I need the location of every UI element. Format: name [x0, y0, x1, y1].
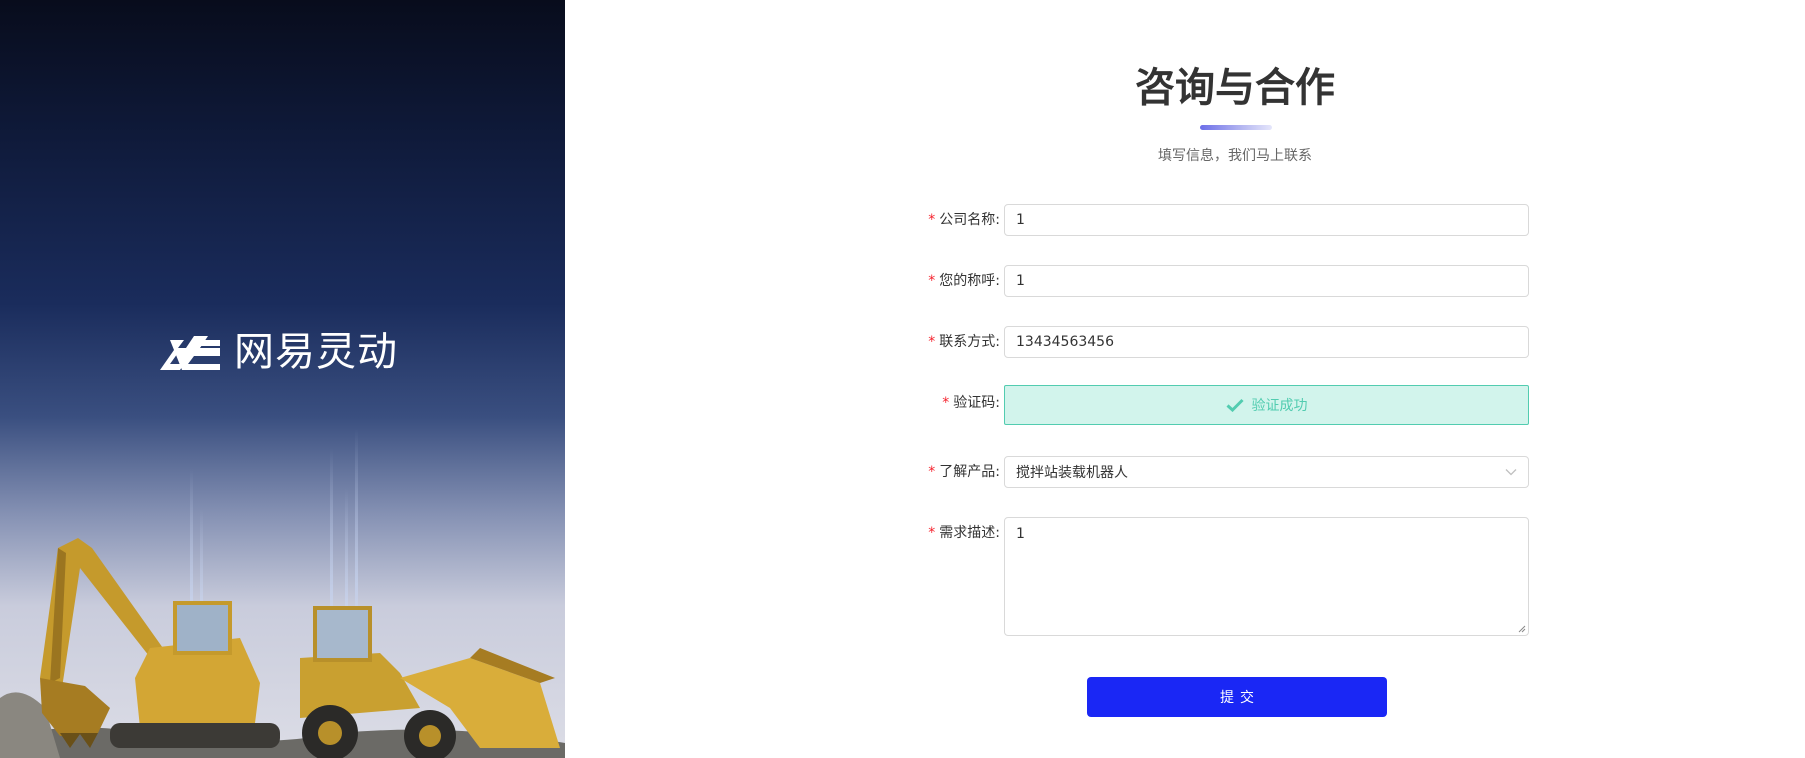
- product-select[interactable]: 搅拌站装载机器人: [1004, 456, 1529, 488]
- description-textarea[interactable]: 1: [1004, 517, 1529, 636]
- description-value: 1: [1016, 526, 1025, 542]
- submit-button[interactable]: 提交: [1087, 677, 1387, 717]
- required-mark: *: [942, 395, 950, 411]
- captcha-label: * 验证码:: [880, 393, 1000, 413]
- captcha-verify-box[interactable]: 验证成功: [1004, 385, 1529, 425]
- required-mark: *: [928, 212, 936, 228]
- product-label-text: 了解产品:: [939, 464, 1000, 480]
- company-input[interactable]: 1: [1004, 204, 1529, 236]
- name-input[interactable]: 1: [1004, 265, 1529, 297]
- brand-name: 网易灵动: [234, 329, 398, 375]
- captcha-label-text: 验证码:: [953, 395, 1000, 411]
- required-mark: *: [928, 525, 936, 541]
- hero-panel: 网易灵动: [0, 0, 565, 758]
- brand-logo: 网易灵动: [160, 330, 398, 374]
- page-title: 咨询与合作: [1135, 65, 1335, 111]
- consultation-page: 网易灵动 咨询与合作 填写信息，我们马上联系 * 公司名称: 1 * 您的称呼:…: [0, 0, 1805, 758]
- product-selected-value: 搅拌站装载机器人: [1016, 465, 1128, 481]
- resize-handle-icon[interactable]: [1518, 625, 1526, 633]
- company-label-text: 公司名称:: [939, 212, 1000, 228]
- contact-label-text: 联系方式:: [939, 334, 1000, 350]
- contact-label: * 联系方式:: [880, 332, 1000, 352]
- title-underline: [1200, 125, 1272, 130]
- company-label: * 公司名称:: [880, 210, 1000, 230]
- contact-input[interactable]: 13434563456: [1004, 326, 1529, 358]
- brand-logo-icon: [160, 336, 220, 370]
- chevron-down-icon: [1505, 469, 1517, 476]
- captcha-status: 验证成功: [1251, 398, 1308, 414]
- product-label: * 了解产品:: [880, 462, 1000, 482]
- description-label: * 需求描述:: [880, 523, 1000, 543]
- description-label-text: 需求描述:: [939, 525, 1000, 541]
- page-subtitle: 填写信息，我们马上联系: [1158, 148, 1312, 164]
- name-label: * 您的称呼:: [880, 271, 1000, 291]
- check-icon: [1225, 398, 1244, 412]
- required-mark: *: [928, 334, 936, 350]
- name-label-text: 您的称呼:: [939, 273, 1000, 289]
- required-mark: *: [928, 464, 936, 480]
- construction-machines-illustration: [0, 538, 565, 758]
- required-mark: *: [928, 273, 936, 289]
